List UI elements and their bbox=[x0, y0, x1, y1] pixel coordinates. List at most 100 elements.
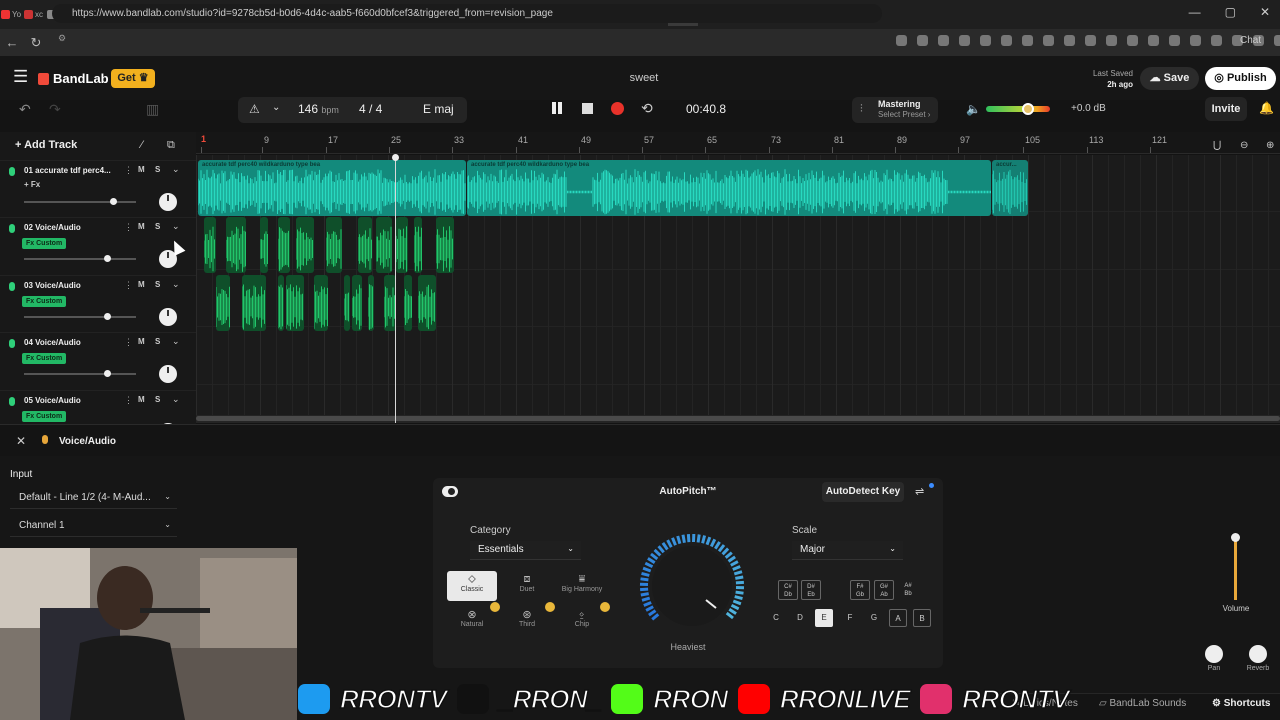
extension-icon[interactable] bbox=[1106, 35, 1117, 46]
solo-button[interactable]: S bbox=[155, 337, 160, 346]
autopitch-settings-icon[interactable]: ⇌ bbox=[915, 485, 924, 498]
vocal-clip[interactable] bbox=[418, 275, 436, 331]
track-fx-button[interactable]: Fx Custom bbox=[22, 353, 67, 364]
more-vertical-icon[interactable]: ⋮ bbox=[124, 395, 133, 406]
autopitch-toggle[interactable] bbox=[442, 486, 458, 497]
url-field[interactable]: https://www.bandlab.com/studio?id=9278cb… bbox=[52, 4, 882, 23]
vocal-clip[interactable] bbox=[352, 275, 362, 331]
track-lane[interactable] bbox=[196, 385, 1280, 415]
redo-icon[interactable]: ↷ bbox=[49, 101, 61, 118]
track-lanes[interactable]: accurate tdf perc40 wildkarduno type bea… bbox=[196, 155, 1280, 415]
scale-key-sharp[interactable]: A# Bb bbox=[898, 580, 918, 600]
chat-extension-button[interactable]: Chat bbox=[1240, 35, 1261, 46]
scale-key-a[interactable]: A bbox=[889, 609, 907, 627]
time-signature[interactable]: 4 / 4 bbox=[359, 102, 382, 116]
mute-button[interactable]: M bbox=[138, 337, 145, 346]
vocal-clip[interactable] bbox=[296, 217, 314, 273]
track-pan-knob[interactable] bbox=[159, 308, 177, 326]
tempo-field[interactable]: 146 bpm bbox=[298, 102, 339, 116]
scale-key-d[interactable]: D bbox=[791, 609, 809, 627]
track-volume-fader[interactable] bbox=[24, 258, 136, 260]
pause-button[interactable] bbox=[551, 102, 563, 114]
vocal-clip[interactable] bbox=[358, 217, 372, 273]
track-fx-button[interactable]: + Fx bbox=[24, 180, 40, 189]
track-volume-handle[interactable] bbox=[104, 313, 111, 320]
track-header[interactable]: 02 Voice/Audio ⋮ M S ⌄ Fx Custom bbox=[0, 217, 196, 274]
track-volume-fader[interactable] bbox=[24, 201, 136, 203]
track-pan-knob[interactable] bbox=[159, 193, 177, 211]
track-name[interactable]: 04 Voice/Audio bbox=[24, 338, 116, 347]
publish-button[interactable]: ◎ Publish bbox=[1205, 67, 1276, 90]
undo-icon[interactable]: ↶ bbox=[19, 101, 31, 118]
minimize-button[interactable]: — bbox=[1189, 5, 1201, 19]
preset-third[interactable]: ⊛ Third bbox=[502, 606, 552, 636]
track-volume-handle[interactable] bbox=[104, 255, 111, 262]
preset-classic[interactable]: ⬦ Classic bbox=[447, 571, 497, 601]
category-select[interactable]: Essentials ⌄ bbox=[470, 541, 581, 560]
extension-icon[interactable] bbox=[1022, 35, 1033, 46]
track-volume-handle[interactable] bbox=[110, 198, 117, 205]
vocal-clip[interactable] bbox=[314, 275, 328, 331]
track-tools-icon[interactable]: ⧉ bbox=[167, 139, 175, 152]
master-volume-meter[interactable] bbox=[986, 106, 1050, 112]
add-track-button[interactable]: + Add Track bbox=[15, 139, 77, 151]
preset-duet[interactable]: ⧈ Duet bbox=[502, 571, 552, 601]
close-icon[interactable]: ✕ bbox=[16, 434, 26, 448]
chevron-down-icon[interactable]: ⌄ bbox=[172, 221, 180, 232]
track-pan-knob[interactable] bbox=[159, 365, 177, 383]
chevron-down-icon[interactable]: ⌄ bbox=[172, 279, 180, 290]
loop-start-marker[interactable]: 1 bbox=[201, 134, 206, 144]
invite-button[interactable]: Invite bbox=[1205, 97, 1247, 121]
zoom-out-icon[interactable]: ⊖ bbox=[1240, 140, 1248, 151]
vocal-clip[interactable] bbox=[260, 217, 268, 273]
track-fx-button[interactable]: Fx Custom bbox=[22, 296, 67, 307]
vocal-clip[interactable] bbox=[344, 275, 350, 331]
chevron-down-icon[interactable]: ⌄ bbox=[172, 336, 180, 347]
vocal-clip[interactable] bbox=[286, 275, 304, 331]
mute-button[interactable]: M bbox=[138, 395, 145, 404]
track-fx-button[interactable]: Fx Custom bbox=[22, 238, 67, 249]
extension-icon[interactable] bbox=[980, 35, 991, 46]
track-volume-fader[interactable] bbox=[24, 316, 136, 318]
loop-icon[interactable]: ⟲ bbox=[641, 100, 653, 117]
track-volume-handle[interactable] bbox=[1231, 533, 1240, 542]
extension-icon[interactable] bbox=[1064, 35, 1075, 46]
browser-tab[interactable]: Yo bbox=[1, 4, 22, 26]
track-name[interactable]: 03 Voice/Audio bbox=[24, 281, 116, 290]
preset-chip[interactable]: ⍚ Chip bbox=[557, 606, 607, 636]
master-volume-knob[interactable] bbox=[1022, 103, 1034, 115]
reverb-knob[interactable] bbox=[1249, 645, 1267, 663]
mute-button[interactable]: M bbox=[138, 280, 145, 289]
extension-icon[interactable] bbox=[1190, 35, 1201, 46]
vocal-clip[interactable] bbox=[404, 275, 412, 331]
track-volume-fader[interactable] bbox=[24, 373, 136, 375]
chevron-down-icon[interactable]: ⌄ bbox=[172, 164, 180, 175]
channel-select[interactable]: Channel 1 ⌄ bbox=[10, 515, 177, 537]
vocal-clip[interactable] bbox=[278, 217, 290, 273]
input-device-select[interactable]: Default - Line 1/2 (4- M-Aud... ⌄ bbox=[10, 487, 177, 509]
scale-key-f[interactable]: F bbox=[841, 609, 859, 627]
extension-icon[interactable] bbox=[1043, 35, 1054, 46]
mute-button[interactable]: M bbox=[138, 165, 145, 174]
track-header[interactable]: 04 Voice/Audio ⋮ M S ⌄ Fx Custom bbox=[0, 332, 196, 389]
more-vertical-icon[interactable]: ⋮ bbox=[124, 337, 133, 348]
snap-magnet-icon[interactable]: ⋃ bbox=[1213, 140, 1221, 151]
speaker-icon[interactable]: 🔈 bbox=[966, 102, 981, 116]
preset-big-harmony[interactable]: ⩸ Big Harmony bbox=[557, 571, 607, 601]
extension-icon[interactable] bbox=[1169, 35, 1180, 46]
beat-clip[interactable]: accur... bbox=[992, 160, 1028, 216]
extension-icon[interactable] bbox=[1274, 35, 1280, 46]
more-vertical-icon[interactable]: ⋮ bbox=[124, 222, 133, 233]
solo-button[interactable]: S bbox=[155, 165, 160, 174]
key-selector[interactable]: E maj bbox=[423, 102, 454, 116]
track-fx-button[interactable]: Fx Custom bbox=[22, 411, 67, 422]
extension-icon[interactable] bbox=[938, 35, 949, 46]
scale-key-b[interactable]: B bbox=[913, 609, 931, 627]
track-header[interactable]: 01 accurate tdf perc4... ⋮ M S ⌄ + Fx bbox=[0, 160, 196, 217]
more-vertical-icon[interactable]: ⋮ bbox=[124, 165, 133, 176]
scale-key-sharp[interactable]: F# Gb bbox=[850, 580, 870, 600]
vocal-clip[interactable] bbox=[368, 275, 374, 331]
scale-key-sharp[interactable]: G# Ab bbox=[874, 580, 894, 600]
vocal-clip[interactable] bbox=[226, 217, 246, 273]
magic-wand-icon[interactable]: ⁄ bbox=[141, 139, 143, 151]
